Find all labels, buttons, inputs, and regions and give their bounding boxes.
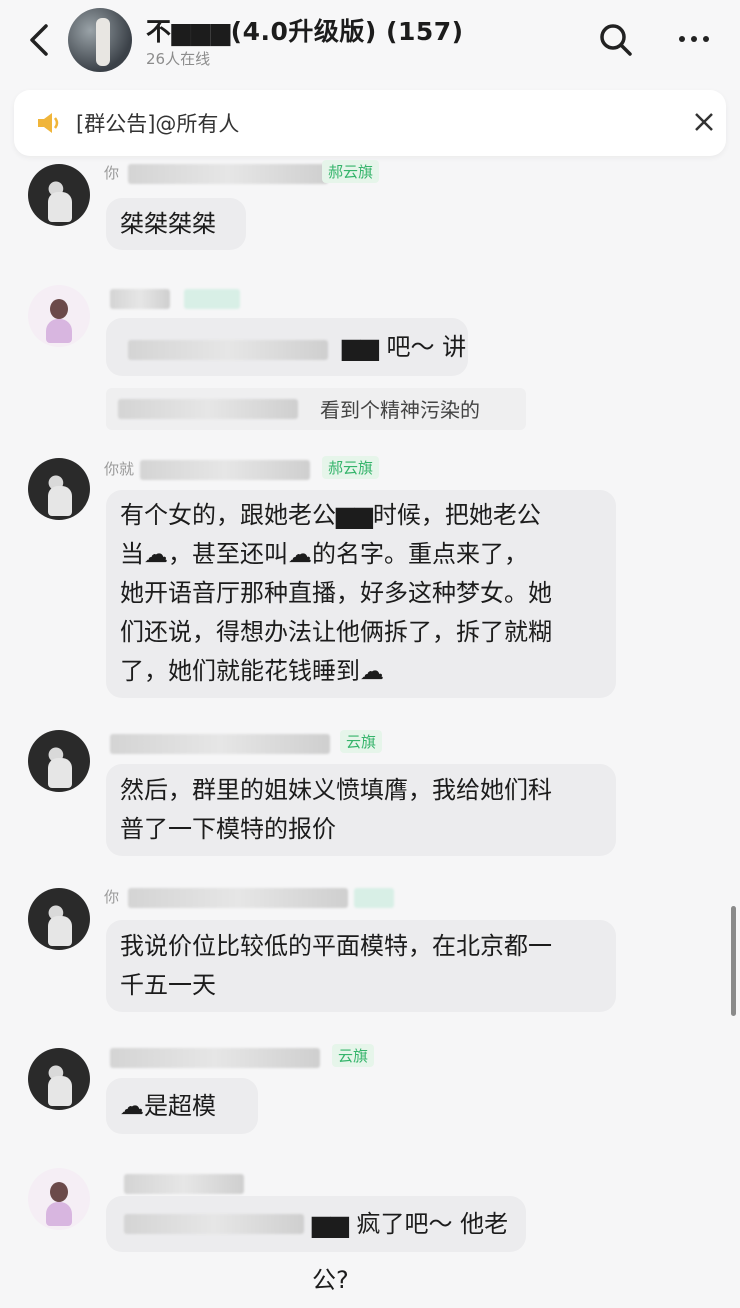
- notice-text: [群公告]@所有人: [76, 112, 240, 136]
- message-bubble[interactable]: 桀桀桀桀: [106, 198, 246, 250]
- message-line: 当☁，甚至还叫☁的名字。重点来了，: [120, 540, 528, 568]
- redacted-name: [110, 1048, 320, 1068]
- scrollbar[interactable]: [731, 906, 736, 1016]
- sender-avatar[interactable]: [28, 285, 90, 347]
- sender-name-prefix: 你: [104, 888, 120, 906]
- sender-name: 你: [104, 886, 424, 908]
- sender-avatar[interactable]: [28, 458, 90, 520]
- sender-name: 你就 郝云旗: [104, 456, 424, 480]
- message-bubble[interactable]: ▆▆ 疯了吧～ 他老公?: [106, 1196, 526, 1294]
- redacted-name: [124, 1174, 244, 1194]
- quote-text: 看到个精神污染的: [320, 398, 480, 422]
- sender-name: 云旗: [104, 1044, 424, 1068]
- sender-name: [104, 1168, 424, 1194]
- redacted-name: [128, 888, 348, 908]
- message-text: ▆▆ 疯了吧～ 他老公?: [312, 1210, 509, 1294]
- group-title: 不▆▆▆(4.0升级版) (157): [146, 17, 464, 46]
- message-line: 然后，群里的姐妹义愤填膺，我给她们科: [120, 776, 552, 804]
- sender-avatar[interactable]: [28, 164, 90, 226]
- sender-avatar[interactable]: [28, 888, 90, 950]
- member-badge: 郝云旗: [322, 456, 380, 479]
- message-bubble[interactable]: ▆▆ 吧～ 讲讲: [106, 318, 468, 419]
- message-bubble[interactable]: 然后，群里的姐妹义愤填膺，我给她们科 普了一下模特的报价: [106, 764, 616, 856]
- member-badge: 郝云旗: [322, 160, 380, 183]
- sender-avatar[interactable]: [28, 730, 90, 792]
- message-line: 她开语音厅那种直播，好多这种梦女。她: [120, 579, 552, 607]
- member-badge: 云旗: [332, 1044, 375, 1067]
- redacted-name: [128, 164, 328, 184]
- message-bubble[interactable]: ☁是超模: [106, 1078, 258, 1134]
- message-bubble[interactable]: 我说价位比较低的平面模特，在北京都一 千五一天: [106, 920, 616, 1012]
- back-icon[interactable]: [24, 22, 54, 58]
- member-badge: 云旗: [340, 730, 383, 753]
- sender-avatar[interactable]: [28, 1048, 90, 1110]
- message-line: 们还说，得想办法让他俩拆了，拆了就糊: [120, 618, 552, 646]
- sender-name: 你 郝云旗: [104, 160, 424, 184]
- message-bubble[interactable]: 有个女的，跟她老公▆▆时候，把她老公 当☁，甚至还叫☁的名字。重点来了， 她开语…: [106, 490, 616, 698]
- sender-name-prefix: 你就: [104, 460, 135, 478]
- redacted-badge: [354, 888, 394, 908]
- message-line: 我说价位比较低的平面模特，在北京都一: [120, 932, 552, 960]
- online-count: 26人在线: [146, 50, 211, 68]
- message-line: 有个女的，跟她老公▆▆时候，把她老公: [120, 501, 541, 529]
- message-line: 了，她们就能花钱睡到☁: [120, 657, 384, 685]
- close-icon[interactable]: [690, 108, 718, 136]
- redacted-quote-author: [118, 399, 298, 419]
- group-avatar[interactable]: [68, 8, 132, 72]
- chat-header: 不▆▆▆(4.0升级版) (157) 26人在线: [0, 0, 740, 90]
- speaker-icon: [38, 113, 59, 133]
- sender-name: 云旗: [104, 730, 424, 754]
- sender-avatar[interactable]: [28, 1168, 90, 1230]
- redacted-name: [110, 734, 330, 754]
- redacted-text: [128, 340, 328, 360]
- group-notice-banner[interactable]: [群公告]@所有人: [14, 90, 726, 156]
- message-line: 普了一下模特的报价: [120, 815, 336, 843]
- message-line: 千五一天: [120, 971, 216, 999]
- sender-name-prefix: 你: [104, 164, 120, 182]
- more-icon[interactable]: [676, 34, 712, 44]
- redacted-text: [124, 1214, 304, 1234]
- sender-name: [104, 287, 424, 309]
- search-icon[interactable]: [598, 22, 634, 58]
- quoted-message[interactable]: 看到个精神污染的: [106, 388, 526, 430]
- redacted-name: [140, 460, 310, 480]
- redacted-badge: [184, 289, 240, 309]
- redacted-name: [110, 289, 170, 309]
